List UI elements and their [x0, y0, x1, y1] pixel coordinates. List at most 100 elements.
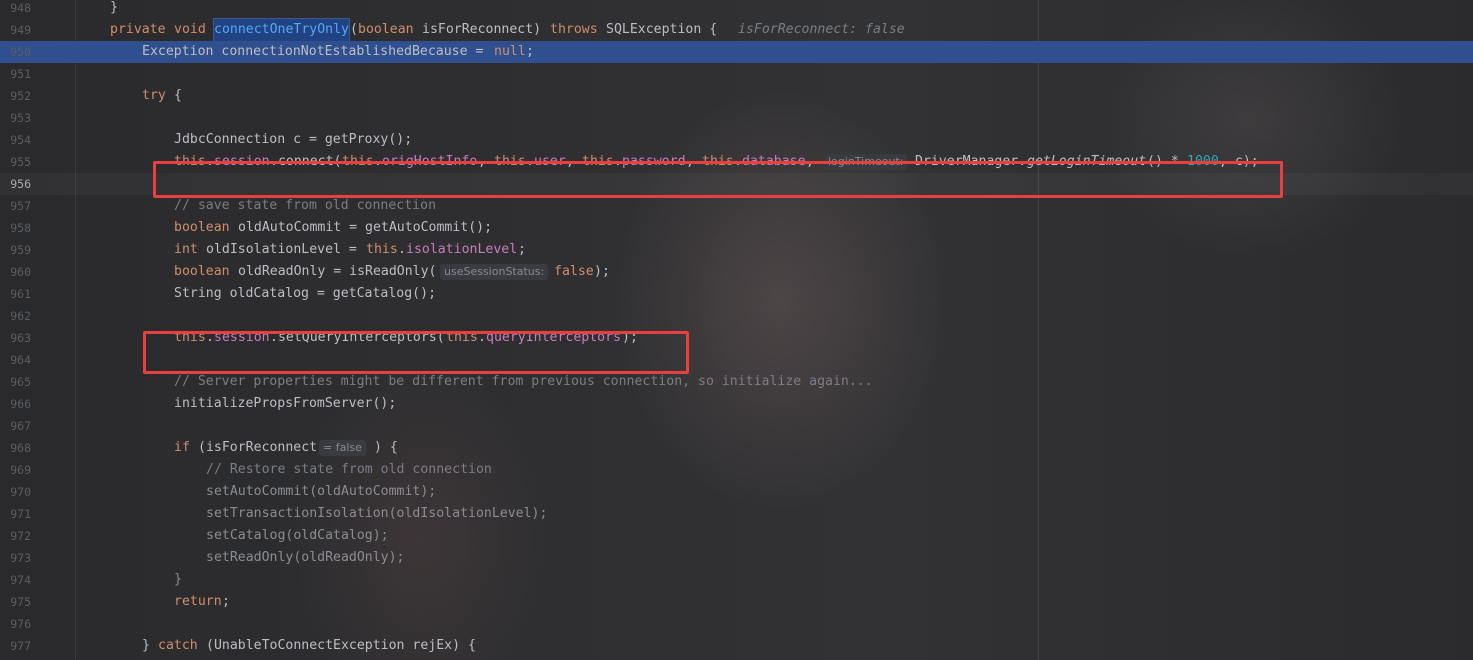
code-line[interactable]: 972 setCatalog(oldCatalog);: [0, 525, 1473, 547]
line-number[interactable]: 951: [0, 63, 31, 85]
code-token: }: [142, 638, 150, 653]
line-number[interactable]: 957: [0, 195, 31, 217]
line-number[interactable]: 962: [0, 305, 31, 327]
code-line[interactable]: 967: [0, 415, 1473, 437]
code-token: setAutoCommit(oldAutoCommit);: [206, 484, 437, 499]
line-number[interactable]: 967: [0, 415, 31, 437]
line-number[interactable]: 955: [0, 151, 31, 173]
code-token: isForReconnect): [422, 22, 542, 37]
code-token: initializePropsFromServer();: [174, 396, 397, 411]
code-token: );: [594, 264, 610, 279]
line-number[interactable]: 954: [0, 129, 31, 151]
keyword-token: null: [494, 44, 526, 59]
line-number[interactable]: 969: [0, 459, 31, 481]
code-token: }: [110, 0, 118, 15]
code-line[interactable]: 961 String oldCatalog = getCatalog();: [0, 283, 1473, 305]
code-comment: // Server properties might be different …: [174, 374, 873, 389]
keyword-token: boolean: [358, 22, 414, 37]
code-token: {: [174, 88, 182, 103]
code-token: oldIsolationLevel =: [206, 242, 357, 257]
keyword-token: private: [110, 22, 166, 37]
line-number[interactable]: 966: [0, 393, 31, 415]
keyword-token: return: [174, 594, 222, 609]
line-number[interactable]: 970: [0, 481, 31, 503]
keyword-token: false: [554, 264, 594, 279]
code-line[interactable]: 976: [0, 613, 1473, 635]
line-number[interactable]: 956: [0, 173, 31, 195]
code-token: ) {: [374, 440, 398, 455]
inlay-hint: = false: [319, 440, 366, 456]
code-line[interactable]: 954 JdbcConnection c = getProxy();: [0, 129, 1473, 151]
line-number[interactable]: 952: [0, 85, 31, 107]
code-line[interactable]: 952 try {: [0, 85, 1473, 107]
code-line[interactable]: 969 // Restore state from old connection: [0, 459, 1473, 481]
code-line[interactable]: 971 setTransactionIsolation(oldIsolationL…: [0, 503, 1473, 525]
code-line[interactable]: 970 setAutoCommit(oldAutoCommit);: [0, 481, 1473, 503]
code-line[interactable]: 966 initializePropsFromServer();: [0, 393, 1473, 415]
keyword-token: boolean: [174, 220, 230, 235]
code-token: setTransactionIsolation(oldIsolationLeve…: [206, 506, 548, 521]
code-line[interactable]: 957 // save state from old connection: [0, 195, 1473, 217]
code-line[interactable]: 951: [0, 63, 1473, 85]
line-number[interactable]: 973: [0, 547, 31, 569]
code-line[interactable]: 975 return;: [0, 591, 1473, 613]
field-token: isolationLevel: [406, 242, 518, 257]
keyword-token: try: [142, 88, 166, 103]
keyword-token: this: [366, 242, 398, 257]
line-number[interactable]: 961: [0, 283, 31, 305]
code-comment: // Restore state from old connection: [206, 462, 492, 477]
line-number[interactable]: 972: [0, 525, 31, 547]
code-token: setCatalog(oldCatalog);: [206, 528, 389, 543]
code-line[interactable]: 960 boolean oldReadOnly = isReadOnly(useSe…: [0, 261, 1473, 283]
line-number[interactable]: 963: [0, 327, 31, 349]
keyword-token: if: [174, 440, 190, 455]
code-line[interactable]: 948}: [0, 0, 1473, 19]
line-number[interactable]: 959: [0, 239, 31, 261]
code-token: oldAutoCommit = getAutoCommit();: [238, 220, 493, 235]
code-token: (: [350, 22, 358, 37]
keyword-token: throws: [550, 22, 598, 37]
code-line[interactable]: 959 int oldIsolationLevel = this. isolationL…: [0, 239, 1473, 261]
line-number[interactable]: 976: [0, 613, 31, 635]
line-number[interactable]: 974: [0, 569, 31, 591]
code-token: (UnableToConnectException rejEx) {: [206, 638, 476, 653]
keyword-token: void: [174, 22, 206, 37]
line-number[interactable]: 950: [0, 41, 31, 63]
highlight-box-set-query-interceptors: [143, 331, 689, 374]
line-number[interactable]: 975: [0, 591, 31, 613]
code-line[interactable]: 973 setReadOnly(oldReadOnly);: [0, 547, 1473, 569]
line-number[interactable]: 965: [0, 371, 31, 393]
code-line[interactable]: 962: [0, 305, 1473, 327]
code-token: (isForReconnect: [198, 440, 318, 455]
code-token: SQLException {: [606, 22, 718, 37]
code-token: String oldCatalog = getCatalog();: [174, 286, 437, 301]
keyword-token: catch: [158, 638, 198, 653]
code-line[interactable]: 974}: [0, 569, 1473, 591]
execution-point-line[interactable]: 950 Exception connectionNotEstablishedBec…: [0, 41, 1473, 63]
code-token: ;: [526, 44, 534, 59]
code-token: Exception connectionNotEstablishedBecaus…: [142, 44, 484, 59]
line-number[interactable]: 977: [0, 635, 31, 657]
line-number[interactable]: 953: [0, 107, 31, 129]
keyword-token: boolean: [174, 264, 230, 279]
line-number[interactable]: 948: [0, 0, 31, 19]
code-token: setReadOnly(oldReadOnly);: [206, 550, 405, 565]
code-line[interactable]: 977} catch (UnableToConnectException rejEx…: [0, 635, 1473, 657]
code-line[interactable]: 949 private void connectOneTryOnly(boolean i…: [0, 18, 1473, 42]
code-line[interactable]: 958 boolean oldAutoCommit = getAutoCommit(…: [0, 217, 1473, 239]
code-token: .: [398, 242, 406, 257]
keyword-token: int: [174, 242, 198, 257]
code-comment: // save state from old connection: [174, 198, 437, 213]
line-number[interactable]: 958: [0, 217, 31, 239]
code-line[interactable]: 965 // Server properties might be differe…: [0, 371, 1473, 393]
code-token: oldReadOnly = isReadOnly(: [238, 264, 437, 279]
line-number[interactable]: 960: [0, 261, 31, 283]
code-line[interactable]: 968 if (isForReconnect = false ) {: [0, 437, 1473, 459]
code-token: ;: [518, 242, 526, 257]
line-number[interactable]: 971: [0, 503, 31, 525]
method-name-highlighted: connectOneTryOnly: [213, 18, 350, 42]
line-number[interactable]: 949: [0, 19, 31, 41]
line-number[interactable]: 968: [0, 437, 31, 459]
code-line[interactable]: 953: [0, 107, 1473, 129]
line-number[interactable]: 964: [0, 349, 31, 371]
